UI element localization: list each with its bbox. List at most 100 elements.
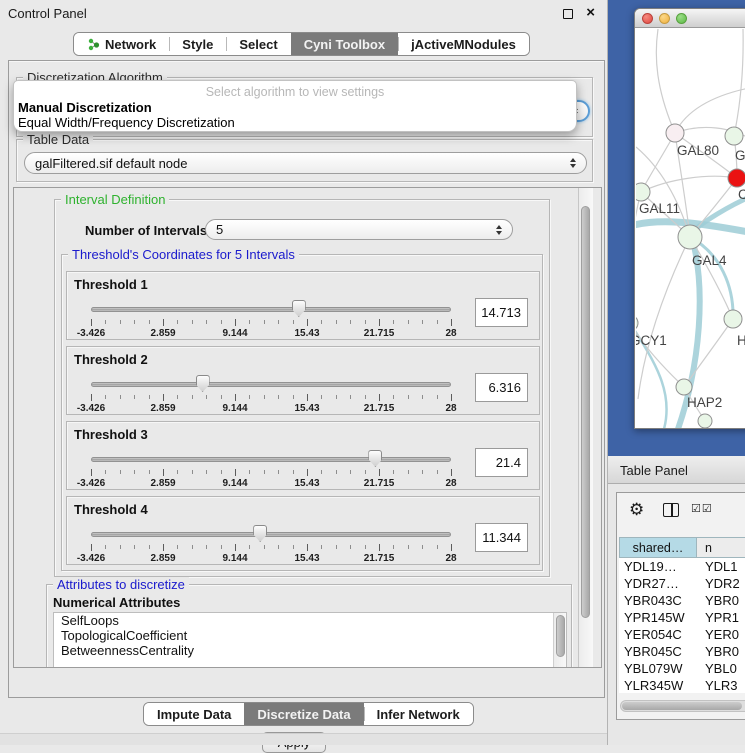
table-row[interactable]: YDL19…YDL1 xyxy=(619,558,745,575)
cell-shared-name[interactable]: YBL079W xyxy=(619,660,697,677)
gear-icon[interactable]: ⚙ xyxy=(629,500,644,520)
network-edge[interactable] xyxy=(734,29,743,136)
attribute-list-item[interactable]: TopologicalCoefficient xyxy=(54,628,566,643)
threshold-slider[interactable]: -3.4262.8599.14415.4321.71528 xyxy=(91,300,455,338)
network-node[interactable] xyxy=(725,127,743,145)
cell-shared-name[interactable]: YLR345W xyxy=(619,677,697,693)
tab-cyni-toolbox[interactable]: Cyni Toolbox xyxy=(291,33,398,55)
close-traffic-light-icon[interactable] xyxy=(642,13,653,24)
network-node[interactable] xyxy=(724,310,742,328)
threshold-slider[interactable]: -3.4262.8599.14415.4321.71528 xyxy=(91,525,455,563)
slider-handle[interactable] xyxy=(292,300,306,317)
scrollbar-thumb[interactable] xyxy=(581,206,590,618)
columns-icon[interactable] xyxy=(663,503,679,517)
table-data-combobox[interactable]: galFiltered.sif default node xyxy=(24,152,587,174)
threshold-slider[interactable]: -3.4262.8599.14415.4321.71528 xyxy=(91,450,455,488)
threshold-value-field[interactable]: 14.713 xyxy=(475,298,528,327)
threshold-value-field[interactable]: 11.344 xyxy=(475,523,528,552)
slider-handle[interactable] xyxy=(253,525,267,542)
slider-tick xyxy=(206,545,207,549)
slider-track[interactable] xyxy=(91,382,451,387)
tab-select[interactable]: Select xyxy=(226,33,290,55)
network-view-window[interactable]: GAL80GACGAL11GAL4GCY1HHAP2 xyxy=(634,8,745,429)
threshold-value-field[interactable]: 21.4 xyxy=(475,448,528,477)
network-node[interactable] xyxy=(666,124,684,142)
cell-name[interactable]: YDL1 xyxy=(697,558,745,575)
slider-track[interactable] xyxy=(91,307,451,312)
slider-tick xyxy=(408,320,409,324)
threshold-slider[interactable]: -3.4262.8599.14415.4321.71528 xyxy=(91,375,455,413)
cell-name[interactable]: YLR3 xyxy=(697,677,745,693)
slider-handle[interactable] xyxy=(368,450,382,467)
network-node[interactable] xyxy=(698,414,712,428)
table-horizontal-scrollbar[interactable] xyxy=(620,700,745,712)
cell-shared-name[interactable]: YBR043C xyxy=(619,592,697,609)
network-edge[interactable] xyxy=(641,133,675,192)
slider-tick xyxy=(278,395,279,399)
cell-name[interactable]: YDR2 xyxy=(697,575,745,592)
cell-name[interactable]: YPR1 xyxy=(697,609,745,626)
cell-shared-name[interactable]: YDR27… xyxy=(619,575,697,592)
network-edge[interactable] xyxy=(638,237,690,399)
network-node[interactable] xyxy=(676,379,692,395)
slider-track[interactable] xyxy=(91,532,451,537)
cell-shared-name[interactable]: YDL19… xyxy=(619,558,697,575)
network-node[interactable] xyxy=(636,315,638,331)
cell-name[interactable]: YER0 xyxy=(697,626,745,643)
network-edge[interactable] xyxy=(656,29,675,133)
column-header-name[interactable]: n xyxy=(697,537,745,558)
scrollbar-thumb[interactable] xyxy=(622,702,742,710)
table-row[interactable]: YER054CYER0 xyxy=(619,626,745,643)
cell-name[interactable]: YBR0 xyxy=(697,643,745,660)
network-canvas[interactable]: GAL80GACGAL11GAL4GCY1HHAP2 xyxy=(636,29,745,428)
cell-shared-name[interactable]: YER054C xyxy=(619,626,697,643)
select-columns-checkboxes-icon[interactable]: ☑☑ xyxy=(691,502,713,515)
tab-network[interactable]: Network xyxy=(74,33,169,55)
table-toolbar: ⚙ ☑☑ xyxy=(617,493,745,529)
zoom-traffic-light-icon[interactable] xyxy=(676,13,687,24)
table-row[interactable]: YBL079WYBL0 xyxy=(619,660,745,677)
slider-tick-label: 2.859 xyxy=(150,553,175,564)
slider-track[interactable] xyxy=(91,457,451,462)
cell-name[interactable]: YBR0 xyxy=(697,592,745,609)
attribute-list-item[interactable]: SelfLoops xyxy=(54,613,566,628)
table-row[interactable]: YBR045CYBR0 xyxy=(619,643,745,660)
table-row[interactable]: YPR145WYPR1 xyxy=(619,609,745,626)
network-node[interactable] xyxy=(728,169,745,187)
close-icon[interactable]: × xyxy=(586,4,595,21)
slider-tick xyxy=(91,544,92,551)
slider-handle[interactable] xyxy=(196,375,210,392)
bottom-tab-infer-network[interactable]: Infer Network xyxy=(364,703,473,725)
float-window-icon[interactable] xyxy=(563,9,573,19)
network-edge[interactable] xyxy=(675,87,745,133)
attribute-list-item[interactable]: BetweennessCentrality xyxy=(54,643,566,658)
numerical-attributes-list[interactable]: SelfLoopsTopologicalCoefficientBetweenne… xyxy=(53,612,567,668)
network-window-titlebar[interactable] xyxy=(635,9,745,28)
slider-tick xyxy=(149,545,150,549)
network-node[interactable] xyxy=(678,225,702,249)
attributes-list-scrollbar[interactable] xyxy=(553,613,566,668)
network-edge[interactable] xyxy=(641,176,737,192)
scrollbar-thumb[interactable] xyxy=(556,615,565,657)
threshold-value-field[interactable]: 6.316 xyxy=(475,373,528,402)
number-of-intervals-combobox[interactable]: 5 xyxy=(205,219,513,240)
tab-style[interactable]: Style xyxy=(169,33,226,55)
minimize-traffic-light-icon[interactable] xyxy=(659,13,670,24)
table-row[interactable]: YDR27…YDR2 xyxy=(619,575,745,592)
bottom-tab-discretize-data[interactable]: Discretize Data xyxy=(244,703,363,725)
table-row[interactable]: YBR043CYBR0 xyxy=(619,592,745,609)
network-node-label: GAL11 xyxy=(639,201,680,216)
table-row[interactable]: YLR345WYLR3 xyxy=(619,677,745,693)
cell-shared-name[interactable]: YBR045C xyxy=(619,643,697,660)
slider-tick xyxy=(293,395,294,399)
cell-shared-name[interactable]: YPR145W xyxy=(619,609,697,626)
network-edge[interactable] xyxy=(684,319,733,387)
panel-vertical-scrollbar[interactable] xyxy=(578,188,593,667)
bottom-tab-impute-data[interactable]: Impute Data xyxy=(144,703,244,725)
tab-jactivemnodules[interactable]: jActiveMNodules xyxy=(398,33,529,55)
algorithm-option[interactable]: Equal Width/Frequency Discretization xyxy=(18,115,572,130)
network-node[interactable] xyxy=(636,183,650,201)
algorithm-option[interactable]: Manual Discretization xyxy=(18,100,572,115)
cell-name[interactable]: YBL0 xyxy=(697,660,745,677)
column-header-shared-name[interactable]: shared… xyxy=(619,537,697,558)
